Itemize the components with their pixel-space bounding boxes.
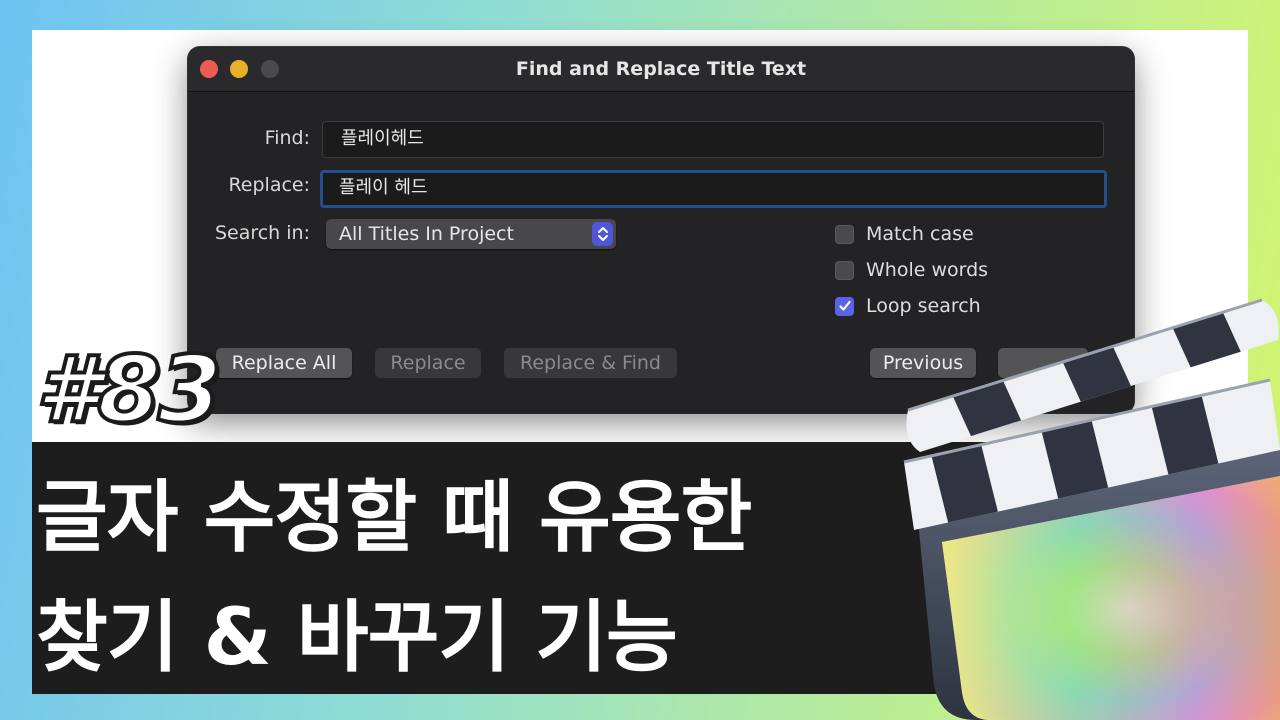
updown-chevron-icon bbox=[592, 222, 613, 246]
search-in-label: Search in: bbox=[214, 222, 310, 244]
dialog-title: Find and Replace Title Text bbox=[515, 58, 807, 80]
find-field[interactable]: 플레이헤드 bbox=[322, 121, 1104, 158]
final-cut-pro-clapperboard-icon bbox=[903, 298, 1280, 720]
headline-line-2: 찾기 & 바꾸기 기능 bbox=[36, 593, 678, 683]
search-in-value: All Titles In Project bbox=[339, 223, 514, 245]
dialog-titlebar: Find and Replace Title Text bbox=[188, 47, 1134, 92]
replace-field[interactable]: 플레이 헤드 bbox=[320, 170, 1107, 208]
replace-label: Replace: bbox=[228, 174, 310, 196]
whole-words-label: Whole words bbox=[866, 259, 989, 281]
match-case-label: Match case bbox=[866, 223, 974, 245]
find-label: Find: bbox=[264, 127, 310, 149]
replace-all-button[interactable]: Replace All bbox=[216, 348, 352, 378]
checkmark-icon bbox=[838, 300, 851, 311]
headline-line-1: 글자 수정할 때 유용한 bbox=[36, 473, 752, 563]
match-case-option[interactable]: Match case bbox=[835, 222, 974, 246]
whole-words-checkbox[interactable] bbox=[835, 260, 854, 280]
replace-and-find-button[interactable]: Replace & Find bbox=[504, 348, 677, 378]
loop-search-checkbox[interactable] bbox=[835, 296, 854, 316]
search-in-select[interactable]: All Titles In Project bbox=[326, 219, 616, 249]
episode-number: #83 bbox=[34, 334, 224, 445]
replace-button[interactable]: Replace bbox=[375, 348, 481, 378]
match-case-checkbox[interactable] bbox=[835, 224, 854, 244]
whole-words-option[interactable]: Whole words bbox=[835, 258, 988, 282]
